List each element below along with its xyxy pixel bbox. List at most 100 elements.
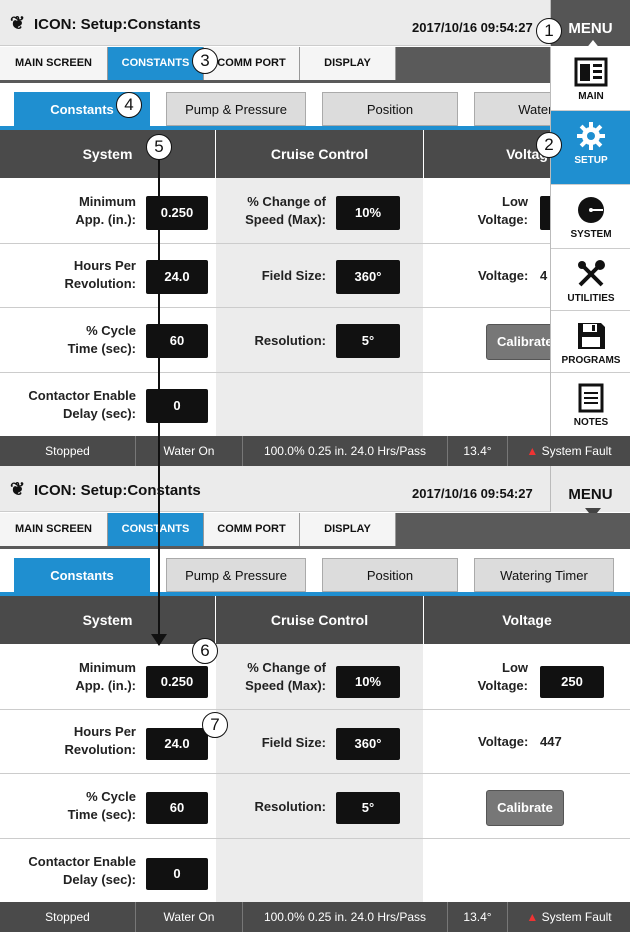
tab-main-screen[interactable]: MAIN SCREEN [0,513,108,546]
menu-item-utilities[interactable]: UTILITIES [551,249,630,311]
hours-per-rev-field[interactable]: 24.0 [146,260,208,294]
system-dial-icon [578,197,604,223]
datetime: 2017/10/16 09:54:27 [412,20,533,35]
contactor-delay-label: Contactor Enable Delay (sec): [28,388,136,421]
row-divider [0,243,630,244]
voltage-readout: 447 [540,734,562,749]
calibrate-button[interactable]: Calibrate [486,790,564,826]
fault-indicator[interactable]: ▲ System Fault [508,436,630,466]
tab-constants[interactable]: CONSTANTS [108,47,204,80]
application-info: 100.0% 0.25 in. 24.0 Hrs/Pass [243,436,448,466]
callout-7: 7 [202,712,228,738]
main-tab-bar: MAIN SCREEN CONSTANTS COMM PORT DISPLAY [0,47,630,83]
brand-logo-icon: ❦ [10,479,26,499]
tab-main-screen[interactable]: MAIN SCREEN [0,47,108,80]
status-bar: Stopped Water On 100.0% 0.25 in. 24.0 Hr… [0,902,630,932]
menu-item-notes[interactable]: NOTES [551,373,630,436]
side-menu: MAIN SETUP SYSTEM UTILITIES PROGRAMS NOT… [550,47,630,436]
tools-icon [578,260,605,287]
menu-item-setup[interactable]: SETUP [551,111,630,185]
cycle-time-label: % Cycle Time (sec): [67,789,136,822]
low-voltage-label: Low Voltage: [477,660,528,693]
menu-item-label: UTILITIES [567,293,615,304]
resolution-label: Resolution: [254,333,327,348]
gear-icon [577,122,605,150]
cycle-time-field[interactable]: 60 [146,792,208,824]
menu-label: MENU [568,20,613,37]
sub-tab-bar: Constants Pump & Pressure Position Water… [0,550,630,596]
title-bar: ❦ ICON: Setup:Constants 2017/10/16 09:54… [0,0,550,46]
system-column-header: System [0,130,215,178]
subtab-constants[interactable]: Constants [14,558,150,592]
menu-item-label: MAIN [578,91,604,102]
field-size-field[interactable]: 360° [336,728,400,760]
tab-comm-port[interactable]: COMM PORT [204,47,300,80]
resolution-field[interactable]: 5° [336,792,400,824]
menu-button[interactable]: MENU [550,0,630,50]
run-state: Stopped [0,902,136,932]
tab-display[interactable]: DISPLAY [300,513,396,546]
min-app-label: Minimum App. (in.): [75,194,136,227]
brand-logo-icon: ❦ [10,13,26,33]
min-app-field[interactable]: 0.250 [146,666,208,698]
tab-display[interactable]: DISPLAY [300,47,396,80]
title-bar: ❦ ICON: Setup:Constants 2017/10/16 09:54… [0,466,550,512]
menu-item-label: SYSTEM [570,229,612,240]
menu-button[interactable]: MENU [550,466,630,518]
cycle-time-field[interactable]: 60 [146,324,208,358]
row-divider [0,372,630,373]
field-size-label: Field Size: [261,735,326,750]
contactor-delay-field[interactable]: 0 [146,858,208,890]
callout-2: 2 [536,132,562,158]
water-state: Water On [136,436,243,466]
main-tab-bar: MAIN SCREEN CONSTANTS COMM PORT DISPLAY [0,513,630,549]
row-divider [0,307,630,308]
cruise-column-header: Cruise Control [216,130,423,178]
tab-comm-port[interactable]: COMM PORT [204,513,300,546]
subtab-pump-pressure[interactable]: Pump & Pressure [166,558,306,592]
contactor-delay-field[interactable]: 0 [146,389,208,423]
min-app-label: Minimum App. (in.): [75,660,136,693]
voltage-label: Voltage: [478,734,529,749]
subtab-pump-pressure[interactable]: Pump & Pressure [166,92,306,126]
page-title: ICON: Setup:Constants [34,16,201,33]
menu-item-label: PROGRAMS [561,355,621,366]
subtab-position[interactable]: Position [322,92,458,126]
menu-item-label: NOTES [573,417,609,428]
position-angle: 13.4° [448,436,508,466]
menu-item-programs[interactable]: PROGRAMS [551,311,630,373]
speed-change-field[interactable]: 10% [336,666,400,698]
low-voltage-field[interactable]: 250 [540,666,604,698]
hours-per-rev-field[interactable]: 24.0 [146,728,208,760]
hours-per-rev-label: Hours Per Revolution: [64,724,137,757]
page-title: ICON: Setup:Constants [34,482,201,499]
callout-1: 1 [536,18,562,44]
contactor-delay-label: Contactor Enable Delay (sec): [28,854,136,887]
subtab-position[interactable]: Position [322,558,458,592]
speed-change-field[interactable]: 10% [336,196,400,230]
callout-6: 6 [192,638,218,664]
warning-triangle-icon: ▲ [526,910,539,924]
row-divider [0,838,630,839]
main-screen-icon [574,57,608,87]
resolution-field[interactable]: 5° [336,324,400,358]
datetime: 2017/10/16 09:54:27 [412,486,533,501]
subtab-watering-timer[interactable]: Watering Timer [474,558,614,592]
callout-arrow-line [158,146,160,636]
fault-text: System Fault [541,444,612,458]
water-state: Water On [136,902,243,932]
fault-text: System Fault [541,910,612,924]
voltage-label: Voltage: [478,268,529,283]
tab-constants[interactable]: CONSTANTS [108,513,204,546]
menu-item-system[interactable]: SYSTEM [551,185,630,249]
fault-indicator[interactable]: ▲ System Fault [508,902,630,932]
cycle-time-label: % Cycle Time (sec): [67,323,136,356]
callout-5: 5 [146,134,172,160]
menu-item-main[interactable]: MAIN [551,47,630,111]
warning-triangle-icon: ▲ [526,444,539,458]
sub-tab-bar: Constants Pump & Pressure Position Water… [0,84,630,130]
field-size-field[interactable]: 360° [336,260,400,294]
field-size-label: Field Size: [261,268,326,283]
min-app-field[interactable]: 0.250 [146,196,208,230]
callout-4: 4 [116,92,142,118]
